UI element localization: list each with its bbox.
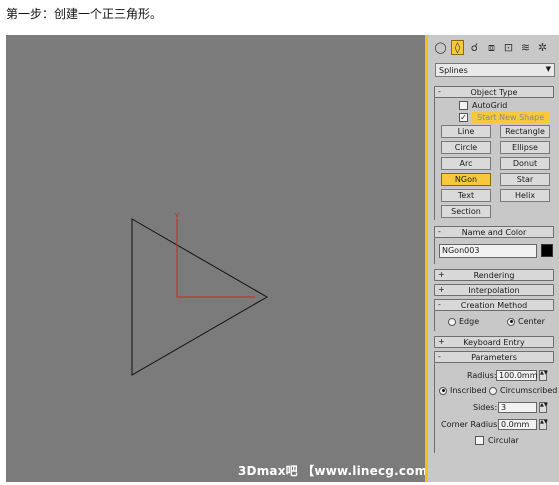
- line-button[interactable]: Line: [441, 125, 491, 138]
- circumscribed-option[interactable]: Circumscribed: [489, 386, 557, 395]
- sphere-icon[interactable]: ◯: [434, 40, 447, 55]
- start-new-shape-button[interactable]: Start New Shape: [472, 112, 550, 123]
- helix-button[interactable]: Helix: [500, 189, 550, 202]
- inscribed-label: Inscribed: [450, 386, 487, 395]
- rollout-interpolation[interactable]: + Interpolation: [434, 284, 554, 296]
- autogrid-checkbox[interactable]: [459, 101, 468, 110]
- viewport-canvas: y: [131, 211, 268, 376]
- corner-radius-input[interactable]: 0.0mm: [498, 419, 537, 430]
- rollout-border: [434, 98, 435, 220]
- rollout-border: [434, 238, 435, 264]
- rollout-collapse-icon: -: [438, 352, 441, 361]
- star-button[interactable]: Star: [500, 173, 550, 186]
- tutorial-caption: 第一步：创建一个正三角形。: [6, 7, 163, 21]
- arc-button[interactable]: Arc: [441, 157, 491, 170]
- rollout-expand-icon: +: [438, 285, 445, 294]
- edge-option[interactable]: Edge: [448, 317, 479, 326]
- camera-icon[interactable]: ⧈: [485, 40, 498, 55]
- rollout-title: Interpolation: [468, 285, 520, 295]
- corner-radius-spinner-icon[interactable]: ▲▼: [539, 419, 548, 430]
- object-name-input[interactable]: NGon003: [439, 244, 537, 258]
- ellipse-button[interactable]: Ellipse: [500, 141, 550, 154]
- circumscribed-label: Circumscribed: [500, 386, 558, 395]
- rollout-title: Rendering: [473, 270, 515, 280]
- sides-label: Sides:: [473, 403, 498, 412]
- inscribed-radio[interactable]: [439, 386, 447, 395]
- ngon-button[interactable]: NGon: [441, 173, 491, 186]
- rectangle-button[interactable]: Rectangle: [500, 125, 550, 138]
- radius-input[interactable]: 100.0mm: [496, 370, 538, 381]
- chevron-down-icon: ▼: [545, 65, 551, 73]
- radius-spinner-icon[interactable]: ▲▼: [539, 370, 548, 381]
- object-color-swatch[interactable]: [541, 244, 553, 257]
- rollout-title: Keyboard Entry: [463, 337, 525, 347]
- command-tabs: ◯ ◊ ☌ ⧈ ⊡ ≋ ✲: [434, 40, 549, 58]
- category-dropdown[interactable]: Splines ▼: [435, 63, 555, 77]
- gizmo-y-label: y: [175, 211, 179, 219]
- rollout-title: Creation Method: [460, 300, 528, 310]
- viewport[interactable]: y 3Dmax吧 【www.linecg.com/tieba/1771】: [6, 35, 425, 482]
- circular-checkbox[interactable]: [475, 436, 484, 445]
- circle-button[interactable]: Circle: [441, 141, 491, 154]
- rollout-parameters[interactable]: - Parameters: [434, 351, 554, 363]
- rollout-keyboard-entry[interactable]: + Keyboard Entry: [434, 336, 554, 348]
- light-icon[interactable]: ☌: [468, 40, 481, 55]
- rollout-name-and-color[interactable]: - Name and Color: [434, 226, 554, 238]
- circular-label: Circular: [488, 436, 519, 445]
- inscribed-option[interactable]: Inscribed: [439, 386, 487, 395]
- start-new-shape-checkbox[interactable]: ✓: [459, 113, 468, 122]
- rollout-collapse-icon: -: [438, 87, 441, 96]
- autogrid-label: AutoGrid: [472, 101, 508, 110]
- rollout-rendering[interactable]: + Rendering: [434, 269, 554, 281]
- donut-button[interactable]: Donut: [500, 157, 550, 170]
- text-button[interactable]: Text: [441, 189, 491, 202]
- edge-label: Edge: [459, 317, 480, 326]
- rollout-creation-method[interactable]: - Creation Method: [434, 299, 554, 311]
- sides-input[interactable]: 3: [498, 402, 537, 413]
- rollout-collapse-icon: -: [438, 227, 441, 236]
- section-button[interactable]: Section: [441, 205, 491, 218]
- category-dropdown-value: Splines: [439, 65, 468, 75]
- command-panel: ◯ ◊ ☌ ⧈ ⊡ ≋ ✲ Splines ▼ - Object Type Au…: [428, 35, 559, 482]
- rollout-collapse-icon: -: [438, 300, 441, 309]
- rollout-expand-icon: +: [438, 270, 445, 279]
- circular-option[interactable]: Circular: [475, 436, 519, 445]
- start-new-shape-option[interactable]: ✓ Start New Shape: [459, 112, 550, 123]
- rollout-title: Parameters: [471, 352, 517, 362]
- center-option[interactable]: Center: [507, 317, 545, 326]
- rollout-expand-icon: +: [438, 337, 445, 346]
- circumscribed-radio[interactable]: [489, 386, 497, 395]
- rollout-object-type[interactable]: - Object Type: [434, 86, 554, 98]
- shapes-icon[interactable]: ◊: [451, 40, 464, 55]
- spacewarp-icon[interactable]: ≋: [519, 40, 532, 55]
- watermark: 3Dmax吧 【www.linecg.com/tieba/1771】: [238, 464, 425, 478]
- rollout-title: Name and Color: [461, 227, 527, 237]
- corner-radius-label: Corner Radius:: [441, 420, 500, 429]
- center-radio[interactable]: [507, 317, 515, 326]
- edge-radio[interactable]: [448, 317, 456, 326]
- rollout-title: Object Type: [470, 87, 518, 97]
- center-label: Center: [518, 317, 545, 326]
- sides-spinner-icon[interactable]: ▲▼: [539, 402, 548, 413]
- rollout-border: [434, 311, 435, 331]
- helper-icon[interactable]: ⊡: [502, 40, 515, 55]
- rollout-border: [434, 363, 435, 453]
- systems-icon[interactable]: ✲: [536, 40, 549, 55]
- radius-label: Radius:: [467, 371, 497, 380]
- autogrid-option[interactable]: AutoGrid: [459, 101, 507, 110]
